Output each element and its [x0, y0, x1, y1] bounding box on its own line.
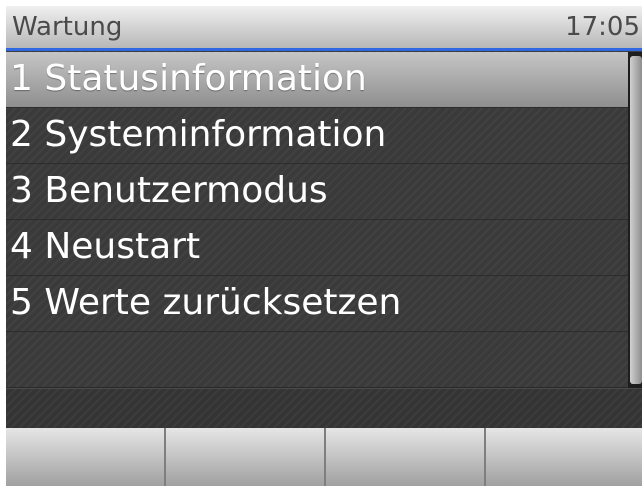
menu-item-werte-zuruecksetzen[interactable]: 5 Werte zurücksetzen [6, 276, 628, 332]
page-title: Wartung [12, 12, 123, 42]
clock: 17:05 [565, 12, 640, 42]
menu-empty-row [6, 332, 628, 388]
scrollbar-thumb[interactable] [630, 56, 642, 384]
softkey-3[interactable] [326, 428, 486, 486]
menu-item-systeminformation[interactable]: 2 Systeminformation [6, 108, 628, 164]
status-strip [6, 388, 642, 429]
softkey-2[interactable] [166, 428, 326, 486]
menu-item-statusinformation[interactable]: 1 Statusinformation [6, 52, 628, 108]
softkey-1[interactable] [6, 428, 166, 486]
softkey-bar [6, 428, 642, 486]
menu-list: 1 Statusinformation 2 Systeminformation … [6, 52, 628, 388]
scrollbar[interactable] [628, 52, 642, 388]
header-divider [6, 48, 642, 51]
menu-item-benutzermodus[interactable]: 3 Benutzermodus [6, 164, 628, 220]
softkey-4[interactable] [486, 428, 642, 486]
phone-display: Wartung 17:05 1 Statusinformation 2 Syst… [6, 6, 642, 486]
title-bar: Wartung 17:05 [6, 6, 642, 48]
menu-item-neustart[interactable]: 4 Neustart [6, 220, 628, 276]
